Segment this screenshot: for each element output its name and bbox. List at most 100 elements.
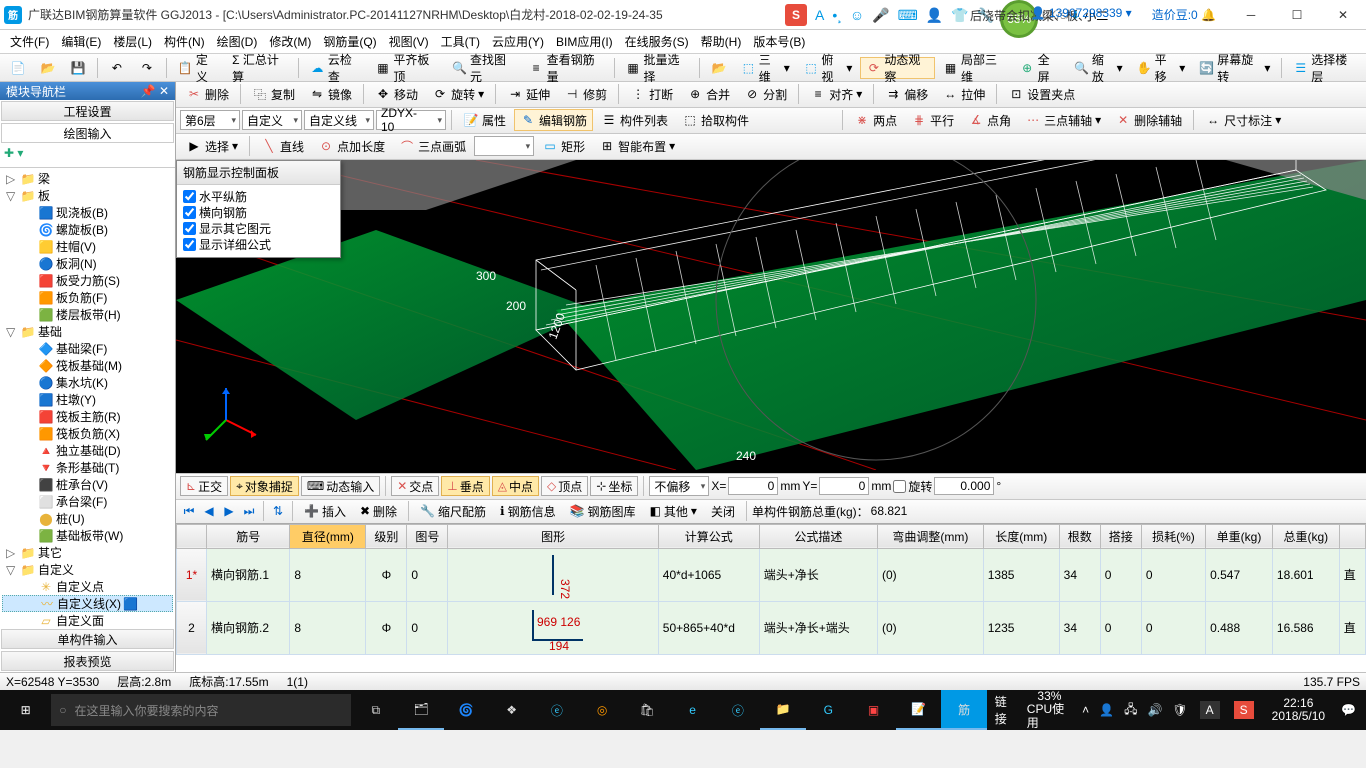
midpoint-toggle[interactable]: ◬中点 xyxy=(492,476,539,496)
tb-ie-icon[interactable]: ⓔ xyxy=(715,690,760,730)
tray-link-label[interactable]: 链接 xyxy=(995,693,1017,727)
tb-folder-icon[interactable]: 📁 xyxy=(760,690,805,730)
split-button[interactable]: ⊘分割 xyxy=(738,83,793,105)
category-select[interactable]: 自定义 xyxy=(242,110,302,130)
edit-rebar-button[interactable]: ✎编辑钢筋 xyxy=(514,109,593,131)
rebar-check[interactable]: 显示其它图元 xyxy=(183,221,334,237)
sidebar-tab-report[interactable]: 报表预览 xyxy=(1,651,174,671)
iso-button[interactable]: 📂 xyxy=(705,57,733,79)
tray-notif-icon[interactable]: 💬 xyxy=(1341,703,1356,717)
menu-view[interactable]: 视图(V) xyxy=(383,33,435,50)
point-length-tool[interactable]: ⊙点加长度 xyxy=(312,135,391,157)
offset-mode-select[interactable]: 不偏移 xyxy=(649,476,709,496)
line-tool[interactable]: ╲直线 xyxy=(255,135,310,157)
nav-first[interactable]: ⏮ xyxy=(180,504,198,519)
tree-node[interactable]: 🔶筏板基础(M) xyxy=(2,357,173,374)
comp-list-button[interactable]: ☰构件列表 xyxy=(595,109,674,131)
open-button[interactable]: 📂 xyxy=(34,57,62,79)
credit-balance[interactable]: 造价豆:0 🔔 xyxy=(1152,6,1216,23)
component-select[interactable]: ZDYX-10 xyxy=(376,110,446,130)
cloud-check-button[interactable]: ☁云检查 xyxy=(304,57,367,79)
tree-node[interactable]: 🟨柱帽(V) xyxy=(2,238,173,255)
menu-modify[interactable]: 修改(M) xyxy=(263,33,317,50)
aux3-button[interactable]: ⋯三点辅轴 ▾ xyxy=(1019,109,1107,131)
sidebar-close-icon[interactable]: ✕ xyxy=(159,84,169,98)
tree-node[interactable]: 🔺独立基础(D) xyxy=(2,442,173,459)
tb-ggj-icon[interactable]: 筋 xyxy=(941,690,986,730)
menu-cloud[interactable]: 云应用(Y) xyxy=(486,33,550,50)
shirt-icon[interactable]: 👕 xyxy=(951,7,968,24)
sidebar-tab-single[interactable]: 单构件输入 xyxy=(1,629,174,649)
tree-node[interactable]: 🟩基础板带(W) xyxy=(2,527,173,544)
start-button[interactable]: ⊞ xyxy=(2,690,49,730)
break-button[interactable]: ⋮打断 xyxy=(624,83,679,105)
fullscreen-button[interactable]: ⊕全屏 xyxy=(1014,57,1066,79)
tree-node[interactable]: ⬜承台梁(F) xyxy=(2,493,173,510)
nav-prev[interactable]: ◀ xyxy=(200,504,218,518)
select-tool[interactable]: ▶选择 ▾ xyxy=(180,135,244,157)
tray-safe-icon[interactable]: 🛡 xyxy=(1172,703,1187,717)
sidebar-tab-project[interactable]: 工程设置 xyxy=(1,101,174,121)
menu-version[interactable]: 版本号(B) xyxy=(747,33,811,50)
coord-toggle[interactable]: ⊹坐标 xyxy=(590,476,638,496)
3d-viewport[interactable]: 300200 1200 240 xyxy=(176,160,1366,473)
menu-file[interactable]: 文件(F) xyxy=(4,33,55,50)
tree-node[interactable]: ⬤桩(U) xyxy=(2,510,173,527)
tree-node[interactable]: 🔷基础梁(F) xyxy=(2,340,173,357)
tb-edge2-icon[interactable]: e xyxy=(670,690,715,730)
tree-node[interactable]: 🟦现浇板(B) xyxy=(2,204,173,221)
mic-icon[interactable]: 🎤 xyxy=(872,7,889,24)
tree-node[interactable]: 🟧板负筋(F) xyxy=(2,289,173,306)
menu-bim[interactable]: BIM应用(I) xyxy=(550,33,619,50)
rebar-check[interactable]: 横向钢筋 xyxy=(183,205,334,221)
tree-node[interactable]: ▽📁自定义 xyxy=(2,561,173,578)
tray-ime-a[interactable]: A xyxy=(1200,701,1220,719)
tb-explorer-icon[interactable]: 🗂 xyxy=(398,690,443,730)
offset-button[interactable]: ⇉偏移 xyxy=(879,83,934,105)
tree-node[interactable]: ▱自定义面 xyxy=(2,612,173,628)
tray-vol-icon[interactable]: 🔊 xyxy=(1147,703,1162,717)
tree-node[interactable]: ▷📁其它 xyxy=(2,544,173,561)
keyboard-icon[interactable]: ⌨ xyxy=(898,7,918,24)
batch-select-button[interactable]: ▦批量选择 xyxy=(620,57,695,79)
dyn-input-toggle[interactable]: ⌨动态输入 xyxy=(301,476,380,496)
y-input[interactable] xyxy=(819,477,869,495)
tree-node[interactable]: 〰自定义线(X)🟦 xyxy=(2,595,173,612)
task-view-icon[interactable]: ⧉ xyxy=(353,690,398,730)
nav-last[interactable]: ⏭ xyxy=(240,504,258,519)
vertex-toggle[interactable]: ◇顶点 xyxy=(541,476,588,496)
dimension-button[interactable]: ↔尺寸标注 ▾ xyxy=(1199,109,1287,131)
tray-clock[interactable]: 22:162018/5/10 xyxy=(1266,697,1331,723)
other-button[interactable]: ◧其他 ▾ xyxy=(644,500,703,522)
pick-comp-button[interactable]: ⬚拾取构件 xyxy=(676,109,755,131)
maximize-button[interactable]: ☐ xyxy=(1274,0,1320,30)
tree-node[interactable]: 🔻条形基础(T) xyxy=(2,459,173,476)
align-button[interactable]: ≡对齐 ▾ xyxy=(804,83,868,105)
tray-net-icon[interactable]: 🖧 xyxy=(1124,700,1137,721)
font-icon[interactable]: A xyxy=(815,7,824,23)
stretch-button[interactable]: ↔拉伸 xyxy=(936,83,991,105)
save-button[interactable]: 💾 xyxy=(64,57,92,79)
tree-node[interactable]: ▽📁基础 xyxy=(2,323,173,340)
dynamic-view-button[interactable]: ⟳动态观察 xyxy=(860,57,935,79)
smart-layout-tool[interactable]: ⊞智能布置 ▾ xyxy=(593,135,681,157)
sidebar-tab-draw[interactable]: 绘图输入 xyxy=(1,123,174,143)
menu-floor[interactable]: 楼层(L) xyxy=(107,33,158,50)
close-button[interactable]: ✕ xyxy=(1320,0,1366,30)
tree-node[interactable]: ▷📁梁 xyxy=(2,170,173,187)
sogou-badge-icon[interactable]: S xyxy=(785,4,807,26)
osnap-toggle[interactable]: ⌖对象捕捉 xyxy=(230,476,299,496)
minimize-button[interactable]: ─ xyxy=(1228,0,1274,30)
tree-node[interactable]: ▽📁板 xyxy=(2,187,173,204)
tray-people-icon[interactable]: 👤 xyxy=(1099,703,1114,717)
del-aux-button[interactable]: ✕删除辅轴 xyxy=(1109,109,1188,131)
tree-node[interactable]: 🔵集水坑(K) xyxy=(2,374,173,391)
select-floor-button[interactable]: ☰选择楼层 xyxy=(1287,57,1362,79)
menu-online[interactable]: 在线服务(S) xyxy=(619,33,695,50)
rect-tool[interactable]: ▭矩形 xyxy=(536,135,591,157)
ortho-toggle[interactable]: ⊾正交 xyxy=(180,476,228,496)
tree-add-icon[interactable]: ✚ xyxy=(4,146,14,160)
redo-button[interactable]: ↷ xyxy=(133,57,161,79)
tree-node[interactable]: 🌀螺旋板(B) xyxy=(2,221,173,238)
define-button[interactable]: 📋定义 xyxy=(172,57,224,79)
